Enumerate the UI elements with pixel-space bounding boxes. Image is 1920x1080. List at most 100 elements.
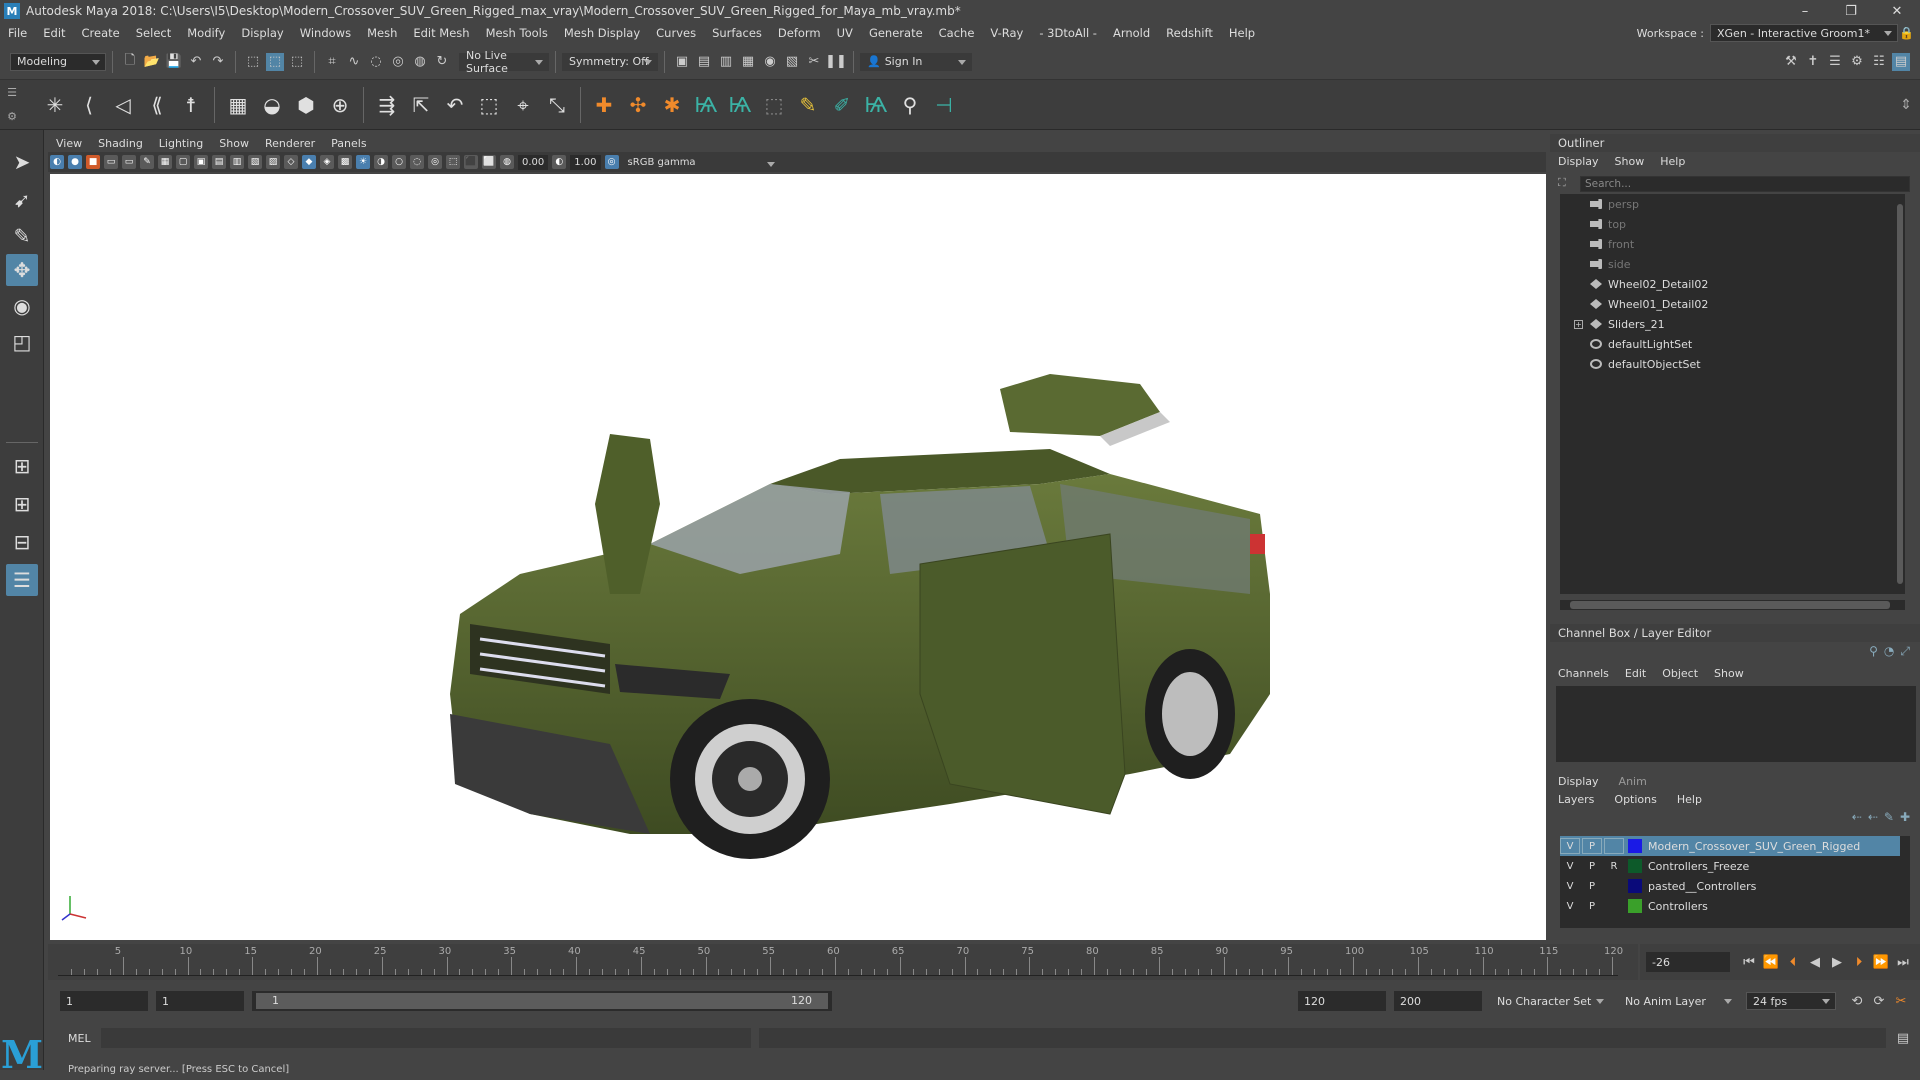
move-layer-down-icon[interactable]: ⇠ <box>1868 810 1878 824</box>
layer-menu-layers[interactable]: Layers <box>1558 793 1594 806</box>
new-layer-icon[interactable]: ✚ <box>1900 810 1910 824</box>
layer-playback-toggle[interactable]: P <box>1582 838 1602 854</box>
paint-weights-icon[interactable]: ✎ <box>793 90 823 120</box>
orient-constraint-icon[interactable]: ↶ <box>440 90 470 120</box>
menu-item-display[interactable]: Display <box>233 26 291 40</box>
shelf-settings-icon[interactable]: ⚙ <box>7 110 17 123</box>
menu-item-mesh-display[interactable]: Mesh Display <box>556 26 648 40</box>
outliner-item[interactable]: top <box>1560 214 1905 234</box>
menu-item-mesh[interactable]: Mesh <box>359 26 405 40</box>
select-tool-icon[interactable]: ➤ <box>6 146 38 178</box>
range-slider-handle[interactable] <box>256 993 828 1009</box>
viewport-menu-lighting[interactable]: Lighting <box>151 137 211 150</box>
gamma-field[interactable]: 1.00 <box>570 154 601 170</box>
layer-display-type-toggle[interactable] <box>1604 898 1624 914</box>
snap-rotate-icon[interactable]: ↻ <box>433 53 451 71</box>
cluster-handle-icon[interactable]: ✣ <box>623 90 653 120</box>
channel-box-icon-1[interactable]: ⚲ <box>1869 644 1878 659</box>
scale-constraint-icon[interactable]: ⬚ <box>474 90 504 120</box>
menu-item-cache[interactable]: Cache <box>931 26 983 40</box>
anti-aliasing-icon[interactable]: ◎ <box>428 155 442 169</box>
outliner-item[interactable]: defaultObjectSet <box>1560 354 1905 374</box>
ambient-occlusion-icon[interactable]: ○ <box>392 155 406 169</box>
color-space-dropdown[interactable]: sRGB gamma <box>620 154 781 170</box>
locator-icon[interactable]: ✚ <box>589 90 619 120</box>
layer-color-swatch[interactable] <box>1628 839 1642 853</box>
time-slider[interactable]: 5 10 15 20 25 30 35 40 45 50 55 60 65 70 75 80 85 90 95 100… <box>48 944 1638 980</box>
outliner-search-input[interactable]: Search... <box>1580 176 1910 192</box>
layer-playback-toggle[interactable]: P <box>1582 858 1602 874</box>
skeleton-icon[interactable]: ☨ <box>176 90 206 120</box>
open-scene-icon[interactable]: 📂 <box>143 53 161 71</box>
ipr-render-icon[interactable]: ▥ <box>717 53 735 71</box>
layer-row[interactable]: V P R Controllers_Freeze <box>1560 856 1910 876</box>
outliner-menu-display[interactable]: Display <box>1558 155 1599 168</box>
camera-select-icon[interactable]: ◐ <box>50 155 64 169</box>
render-sequence-icon[interactable]: ▤ <box>695 53 713 71</box>
artisan-icon[interactable]: ✐ <box>827 90 857 120</box>
live-surface-field[interactable]: No Live Surface <box>459 49 549 75</box>
render-view-icon[interactable]: ▧ <box>783 53 801 71</box>
select-hierarchy-icon[interactable]: ⬚ <box>244 53 262 71</box>
color-management-icon[interactable]: ◎ <box>604 155 619 169</box>
outliner-item[interactable]: persp <box>1560 194 1905 214</box>
resolution-gate-icon[interactable]: ▣ <box>194 155 208 169</box>
redo-icon[interactable]: ↷ <box>209 53 227 71</box>
lock-icon[interactable]: 🔒 <box>1899 26 1914 40</box>
menu-item-surfaces[interactable]: Surfaces <box>704 26 770 40</box>
pin-icon[interactable]: ⚲ <box>895 90 925 120</box>
outliner-item[interactable]: front <box>1560 234 1905 254</box>
blank-slot-icon[interactable]: ⬚ <box>759 90 789 120</box>
workspace-dropdown[interactable]: XGen - Interactive Groom1* <box>1710 24 1898 42</box>
menu-item-select[interactable]: Select <box>128 26 179 40</box>
play-backwards-icon[interactable]: ◀ <box>1806 953 1824 971</box>
select-component-icon[interactable]: ⬚ <box>288 53 306 71</box>
viewport-menu-show[interactable]: Show <box>211 137 257 150</box>
grid-icon[interactable]: ▦ <box>158 155 172 169</box>
layer-visibility-toggle[interactable]: V <box>1560 838 1580 854</box>
quick-rig-icon[interactable]: Ѩ <box>691 90 721 120</box>
point-constraint-icon[interactable]: ⇱ <box>406 90 436 120</box>
menu-item-mesh-tools[interactable]: Mesh Tools <box>478 26 556 40</box>
layer-visibility-toggle[interactable]: V <box>1560 898 1580 914</box>
outliner-menu-help[interactable]: Help <box>1660 155 1685 168</box>
playback-end-field[interactable]: 120 <box>1298 991 1386 1011</box>
four-view-layout-icon[interactable]: ⊞ <box>6 488 38 520</box>
channel-box-icon[interactable]: ☷ <box>1870 53 1888 71</box>
menu-item-help[interactable]: Help <box>1221 26 1263 40</box>
anim-layer-dropdown[interactable]: No Anim Layer <box>1618 992 1738 1010</box>
layer-tab-anim[interactable]: Anim <box>1619 775 1647 788</box>
outliner-filter-icon[interactable]: ⛶ <box>1558 176 1574 192</box>
menu-item-arnold[interactable]: Arnold <box>1105 26 1158 40</box>
scroll-thumb[interactable] <box>1897 204 1903 584</box>
animation-start-field[interactable]: 1 <box>60 991 148 1011</box>
transform-constraint-icon[interactable]: ✳ <box>40 90 70 120</box>
modeling-toolkit-icon[interactable]: ⚒ <box>1782 53 1800 71</box>
shelf-options[interactable]: ☰ ⚙ <box>0 81 24 129</box>
playback-start-field[interactable]: 1 <box>156 991 244 1011</box>
layer-display-type-toggle[interactable]: R <box>1604 858 1624 874</box>
snap-curve-icon[interactable]: ∿ <box>345 53 363 71</box>
shelf-scroll-icon[interactable]: ⇕ <box>1900 97 1912 113</box>
mel-label[interactable]: MEL <box>68 1032 91 1045</box>
menu-item-modify[interactable]: Modify <box>179 26 233 40</box>
layer-playback-toggle[interactable]: P <box>1582 898 1602 914</box>
wrap-icon[interactable]: ◒ <box>257 90 287 120</box>
outliner-layout-icon[interactable]: ☰ <box>6 564 38 596</box>
layer-menu-options[interactable]: Options <box>1614 793 1656 806</box>
outliner-item[interactable]: defaultLightSet <box>1560 334 1905 354</box>
layer-row[interactable]: V Ppasted__Controllers <box>1560 876 1910 896</box>
outliner-item[interactable]: Wheel01_Detail02 <box>1560 294 1905 314</box>
menu-item-file[interactable]: File <box>0 26 35 40</box>
image-plane-icon[interactable]: ▭ <box>104 155 118 169</box>
step-back-key-icon[interactable]: ⏴ <box>1784 953 1802 971</box>
menu-item-create[interactable]: Create <box>74 26 128 40</box>
layer-color-swatch[interactable] <box>1628 879 1642 893</box>
viewport-menu-renderer[interactable]: Renderer <box>257 137 323 150</box>
gamma-icon[interactable]: ◐ <box>552 155 567 169</box>
menu-item-redshift[interactable]: Redshift <box>1158 26 1221 40</box>
layer-row[interactable]: V P Controllers <box>1560 896 1910 916</box>
field-chart-icon[interactable]: ▥ <box>230 155 244 169</box>
exposure-field[interactable]: 0.00 <box>518 154 549 170</box>
render-settings-icon[interactable]: ▦ <box>739 53 757 71</box>
